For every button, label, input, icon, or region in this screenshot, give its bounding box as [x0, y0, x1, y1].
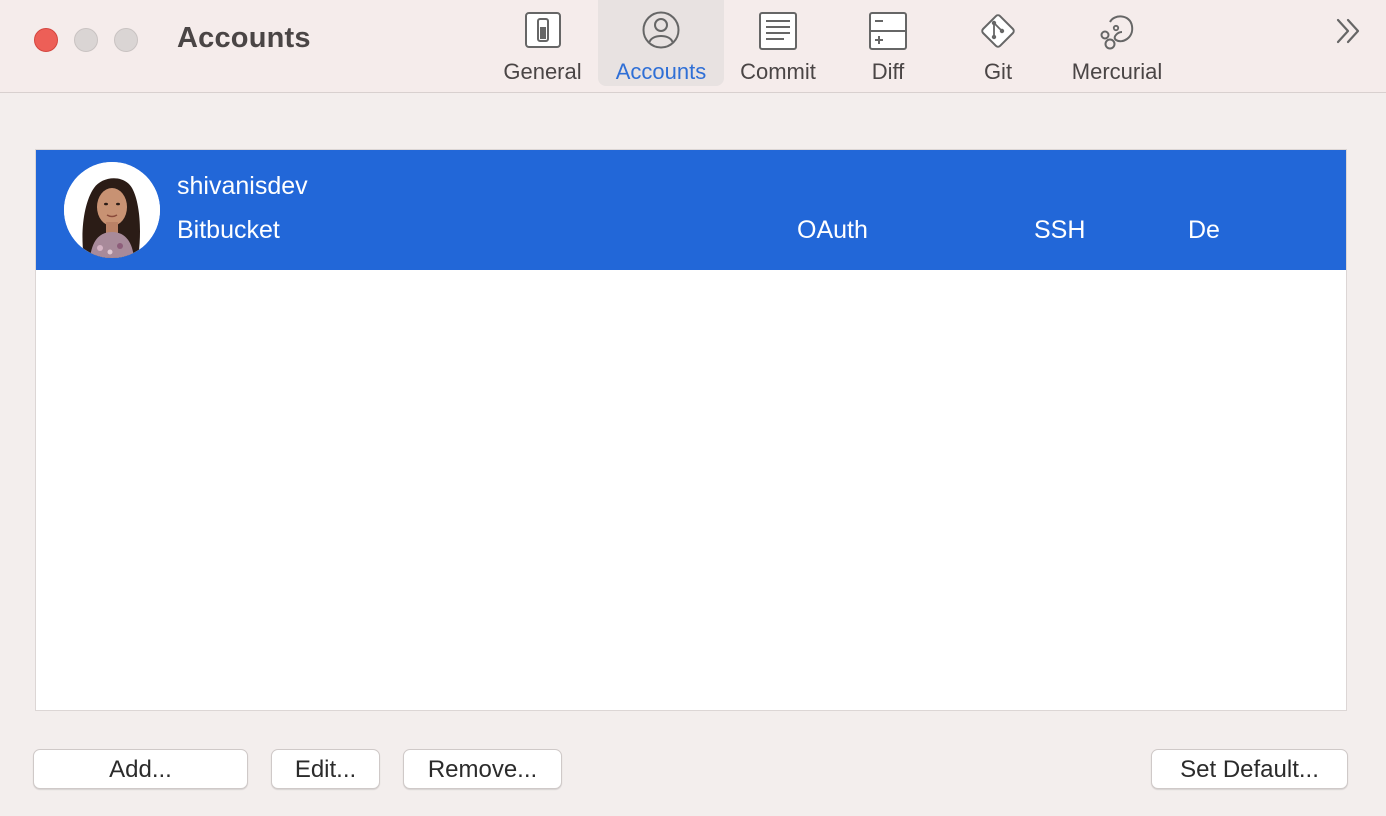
close-window-button[interactable] [34, 28, 58, 52]
tab-diff[interactable]: Diff [840, 0, 936, 86]
toolbar: Accounts General Accounts Commit Diff Gi… [0, 0, 1386, 93]
account-default-flag: Default [1188, 216, 1219, 244]
commit-icon [759, 12, 797, 50]
account-protocol: SSH [1034, 216, 1086, 244]
zoom-window-button[interactable] [114, 28, 138, 52]
tab-general-label: General [503, 59, 582, 84]
account-auth-type: OAuth [797, 216, 868, 244]
chevrons-right-icon[interactable] [1334, 16, 1364, 46]
set-default-button[interactable]: Set Default... [1151, 749, 1348, 789]
diff-icon [869, 12, 907, 50]
add-account-button[interactable]: Add... [33, 749, 248, 789]
tab-commit[interactable]: Commit [728, 0, 828, 86]
preferences-window: Accounts General Accounts Commit Diff Gi… [0, 0, 1386, 816]
tab-git[interactable]: Git [950, 0, 1046, 86]
account-username: shivanisdev [177, 172, 308, 200]
window-title: Accounts [177, 22, 311, 54]
accounts-icon [642, 11, 680, 49]
tab-accounts[interactable]: Accounts [598, 0, 724, 86]
accounts-list[interactable]: shivanisdev Bitbucket OAuth SSH Default [35, 149, 1347, 711]
tab-mercurial-label: Mercurial [1071, 59, 1163, 84]
tab-mercurial[interactable]: Mercurial [1058, 0, 1176, 86]
tab-accounts-label: Accounts [615, 59, 707, 84]
minimize-window-button[interactable] [74, 28, 98, 52]
tab-git-label: Git [983, 59, 1013, 84]
tab-diff-label: Diff [871, 59, 905, 84]
account-row[interactable]: shivanisdev Bitbucket OAuth SSH Default [36, 150, 1346, 270]
remove-account-button[interactable]: Remove... [403, 749, 562, 789]
avatar [64, 162, 160, 258]
tab-general[interactable]: General [490, 0, 595, 86]
tab-commit-label: Commit [740, 59, 816, 84]
git-icon [981, 14, 1015, 48]
account-service: Bitbucket [177, 216, 280, 244]
mercurial-icon [1100, 15, 1134, 50]
edit-account-button[interactable]: Edit... [271, 749, 380, 789]
general-icon [524, 12, 561, 48]
